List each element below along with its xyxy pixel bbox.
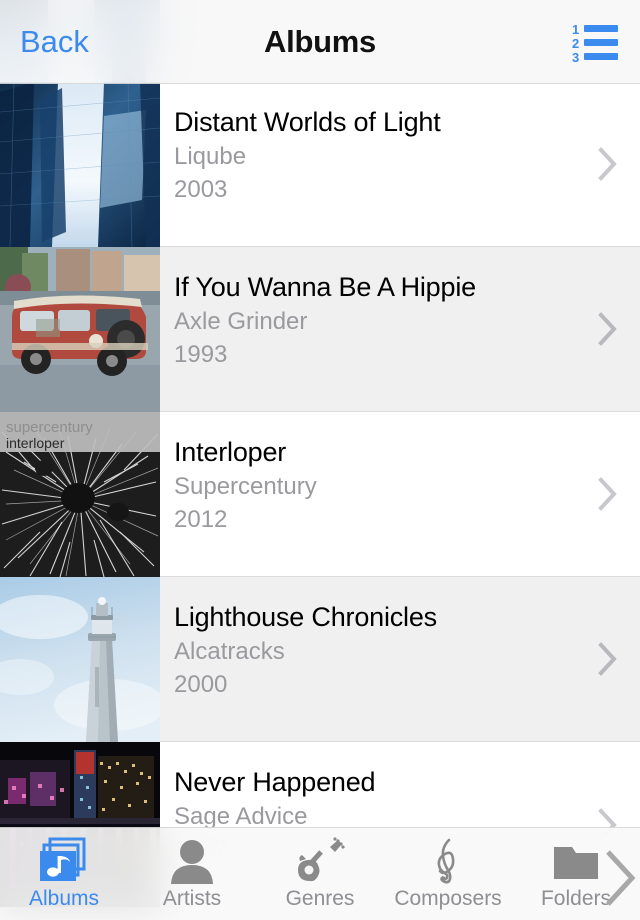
album-title: Lighthouse Chronicles — [174, 602, 437, 632]
svg-text:3: 3 — [572, 50, 579, 62]
tab-label-artists: Artists — [162, 887, 222, 910]
tab-bar: Albums Artists Genres Composers Folders — [0, 827, 640, 920]
numbered-list-icon[interactable]: 1 2 3 — [572, 22, 618, 65]
album-title: Interloper — [174, 437, 287, 467]
albums-icon — [38, 836, 90, 886]
person-icon — [166, 836, 218, 886]
album-year: 2003 — [174, 176, 228, 203]
tab-albums[interactable]: Albums — [0, 828, 128, 920]
guitar-icon — [294, 836, 346, 886]
svg-text:2: 2 — [572, 36, 579, 51]
chevron-right-icon[interactable] — [598, 642, 618, 676]
table-row[interactable]: Lighthouse Chronicles Alcatracks 2000 — [0, 577, 640, 742]
music-app-screen: Distant Worlds of Light Liqube 2003 If Y… — [0, 0, 640, 920]
album-artist: Alcatracks — [174, 638, 285, 665]
album-title: If You Wanna Be A Hippie — [174, 272, 476, 302]
navigation-bar: Back Albums 1 2 3 — [0, 0, 640, 84]
album-year: 2000 — [174, 671, 228, 698]
svg-text:supercentury: supercentury — [6, 419, 93, 436]
tab-genres[interactable]: Genres — [256, 828, 384, 920]
album-year: 1993 — [174, 341, 228, 368]
chevron-right-icon[interactable] — [598, 477, 618, 511]
chevron-right-icon[interactable] — [598, 147, 618, 181]
more-tabs-chevron-icon[interactable] — [598, 846, 640, 910]
album-art-lighthouse-chronicles — [0, 577, 160, 742]
svg-text:interloper: interloper — [6, 435, 65, 451]
tab-label-composers: Composers — [394, 887, 502, 910]
album-art-interloper: supercentury interloper — [0, 412, 160, 577]
svg-text:1: 1 — [572, 22, 579, 37]
table-row[interactable]: Distant Worlds of Light Liqube 2003 — [0, 82, 640, 247]
album-art-distant-worlds-of-light — [0, 82, 160, 247]
album-year: 2012 — [174, 506, 228, 533]
table-row[interactable]: If You Wanna Be A Hippie Axle Grinder 19… — [0, 247, 640, 412]
album-title: Distant Worlds of Light — [174, 107, 441, 137]
album-art-if-you-wanna-be-a-hippie — [0, 247, 160, 412]
chevron-right-icon[interactable] — [598, 312, 618, 346]
album-title: Never Happened — [174, 767, 376, 797]
tab-label-genres: Genres — [285, 887, 355, 910]
tab-artists[interactable]: Artists — [128, 828, 256, 920]
folder-icon — [550, 836, 602, 886]
album-list[interactable]: Distant Worlds of Light Liqube 2003 If Y… — [0, 0, 640, 920]
tab-composers[interactable]: Composers — [384, 828, 512, 920]
back-button[interactable]: Back — [20, 26, 89, 57]
page-title: Albums — [264, 23, 376, 59]
album-artist: Supercentury — [174, 473, 317, 500]
album-artist: Liqube — [174, 143, 247, 170]
tab-label-albums: Albums — [28, 887, 100, 910]
table-row[interactable]: supercentury interloper Interloper Super… — [0, 412, 640, 577]
treble-clef-icon — [422, 836, 474, 886]
album-artist: Axle Grinder — [174, 308, 308, 335]
